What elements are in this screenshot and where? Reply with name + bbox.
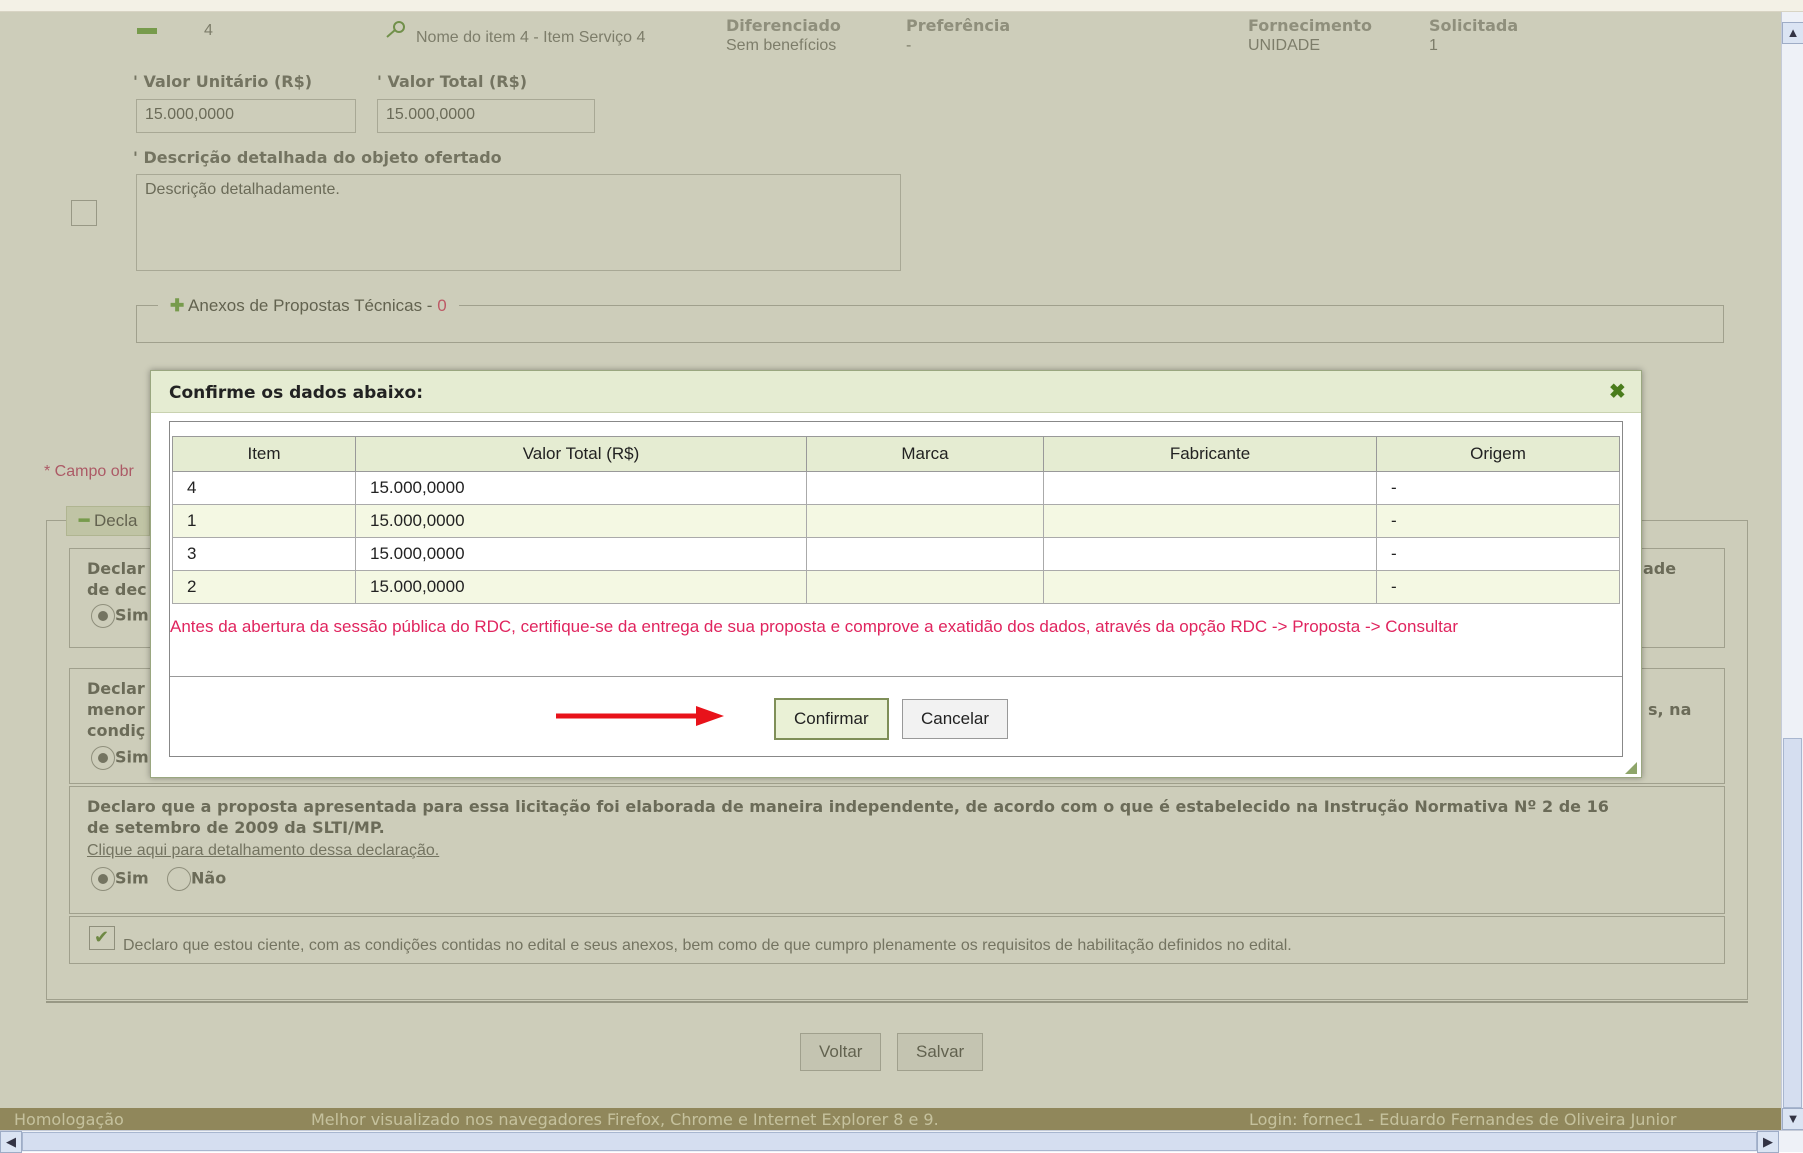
col-marca: Marca <box>806 436 1044 472</box>
horizontal-scroll-thumb[interactable] <box>22 1132 1757 1151</box>
cell-origem: - <box>1376 504 1620 538</box>
cell-marca <box>806 471 1044 505</box>
cell-valor: 15.000,0000 <box>355 471 807 505</box>
col-item: Item <box>172 436 356 472</box>
warning-message: Antes da abertura da sessão pública do R… <box>170 617 1459 636</box>
col-valor-total: Valor Total (R$) <box>355 436 807 472</box>
top-strip <box>0 0 1803 12</box>
arrow-right-icon <box>556 704 726 728</box>
dialog-title: Confirme os dados abaixo: <box>169 383 424 403</box>
vertical-scrollbar[interactable]: ▲ ▼ <box>1781 12 1803 1130</box>
horizontal-scrollbar[interactable]: ◀ ▶ <box>0 1130 1803 1153</box>
col-fabricante: Fabricante <box>1043 436 1377 472</box>
cell-valor: 15.000,0000 <box>355 504 807 538</box>
table-header-row: Item Valor Total (R$) Marca Fabricante O… <box>172 436 1620 472</box>
cell-item: 3 <box>172 537 356 571</box>
dialog-separator <box>170 676 1622 677</box>
table-row: 1 15.000,0000 - <box>172 504 1620 538</box>
confirmar-button[interactable]: Confirmar <box>774 698 889 740</box>
cell-valor: 15.000,0000 <box>355 537 807 571</box>
cell-origem: - <box>1376 471 1620 505</box>
scroll-up-icon[interactable]: ▲ <box>1782 22 1803 44</box>
confirm-dialog: Confirme os dados abaixo: ✖ Item Valor T… <box>150 370 1642 778</box>
cell-item: 4 <box>172 471 356 505</box>
cell-item: 2 <box>172 570 356 604</box>
table-row: 3 15.000,0000 - <box>172 537 1620 571</box>
cell-fabricante <box>1043 537 1377 571</box>
cell-fabricante <box>1043 504 1377 538</box>
cell-marca <box>806 504 1044 538</box>
cancelar-button[interactable]: Cancelar <box>902 699 1009 739</box>
cell-fabricante <box>1043 471 1377 505</box>
vertical-scroll-thumb[interactable] <box>1783 738 1802 1108</box>
cell-fabricante <box>1043 570 1377 604</box>
cell-origem: - <box>1376 537 1620 571</box>
cell-marca <box>806 570 1044 604</box>
scroll-right-icon[interactable]: ▶ <box>1757 1131 1779 1153</box>
cell-marca <box>806 537 1044 571</box>
cell-valor: 15.000,0000 <box>355 570 807 604</box>
table-row: 4 15.000,0000 - <box>172 471 1620 505</box>
close-icon[interactable]: ✖ <box>1609 379 1626 404</box>
cell-item: 1 <box>172 504 356 538</box>
cell-origem: - <box>1376 570 1620 604</box>
col-origem: Origem <box>1376 436 1620 472</box>
dialog-content: Item Valor Total (R$) Marca Fabricante O… <box>169 421 1623 757</box>
dialog-titlebar[interactable]: Confirme os dados abaixo: ✖ <box>151 371 1641 413</box>
resize-grip-icon[interactable] <box>1623 759 1637 774</box>
table-row: 2 15.000,0000 - <box>172 570 1620 604</box>
confirm-table: Item Valor Total (R$) Marca Fabricante O… <box>172 436 1620 604</box>
scroll-down-icon[interactable]: ▼ <box>1782 1108 1803 1130</box>
scroll-left-icon[interactable]: ◀ <box>0 1131 22 1153</box>
